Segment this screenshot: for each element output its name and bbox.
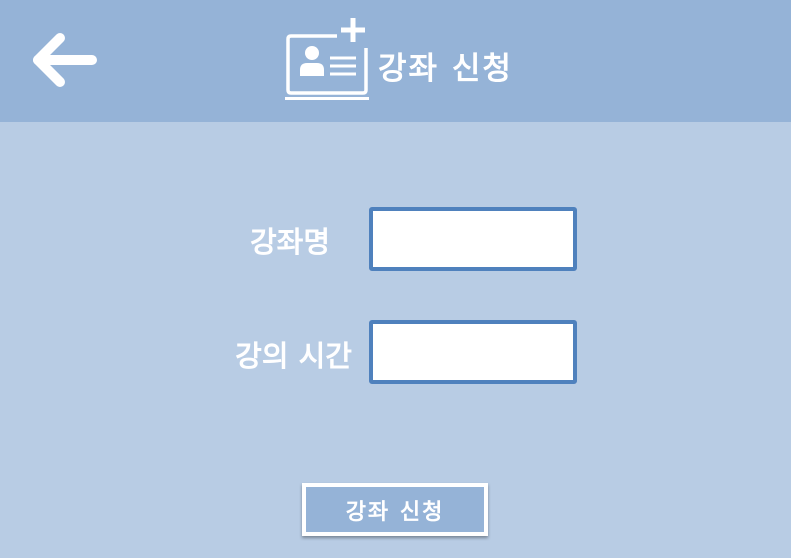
back-button[interactable]: [26, 28, 102, 92]
page-title: 강좌 신청: [378, 51, 513, 87]
lecture-time-label: 강의 시간: [235, 339, 352, 373]
arrow-left-icon[interactable]: [26, 28, 102, 92]
course-name-input[interactable]: [369, 207, 577, 271]
header-bar: 강좌 신청: [0, 0, 791, 122]
course-name-label: 강좌명: [249, 225, 330, 259]
user-card-plus-icon: [283, 16, 373, 104]
lecture-time-input[interactable]: [369, 320, 577, 384]
course-apply-button[interactable]: 강좌 신청: [302, 483, 488, 536]
